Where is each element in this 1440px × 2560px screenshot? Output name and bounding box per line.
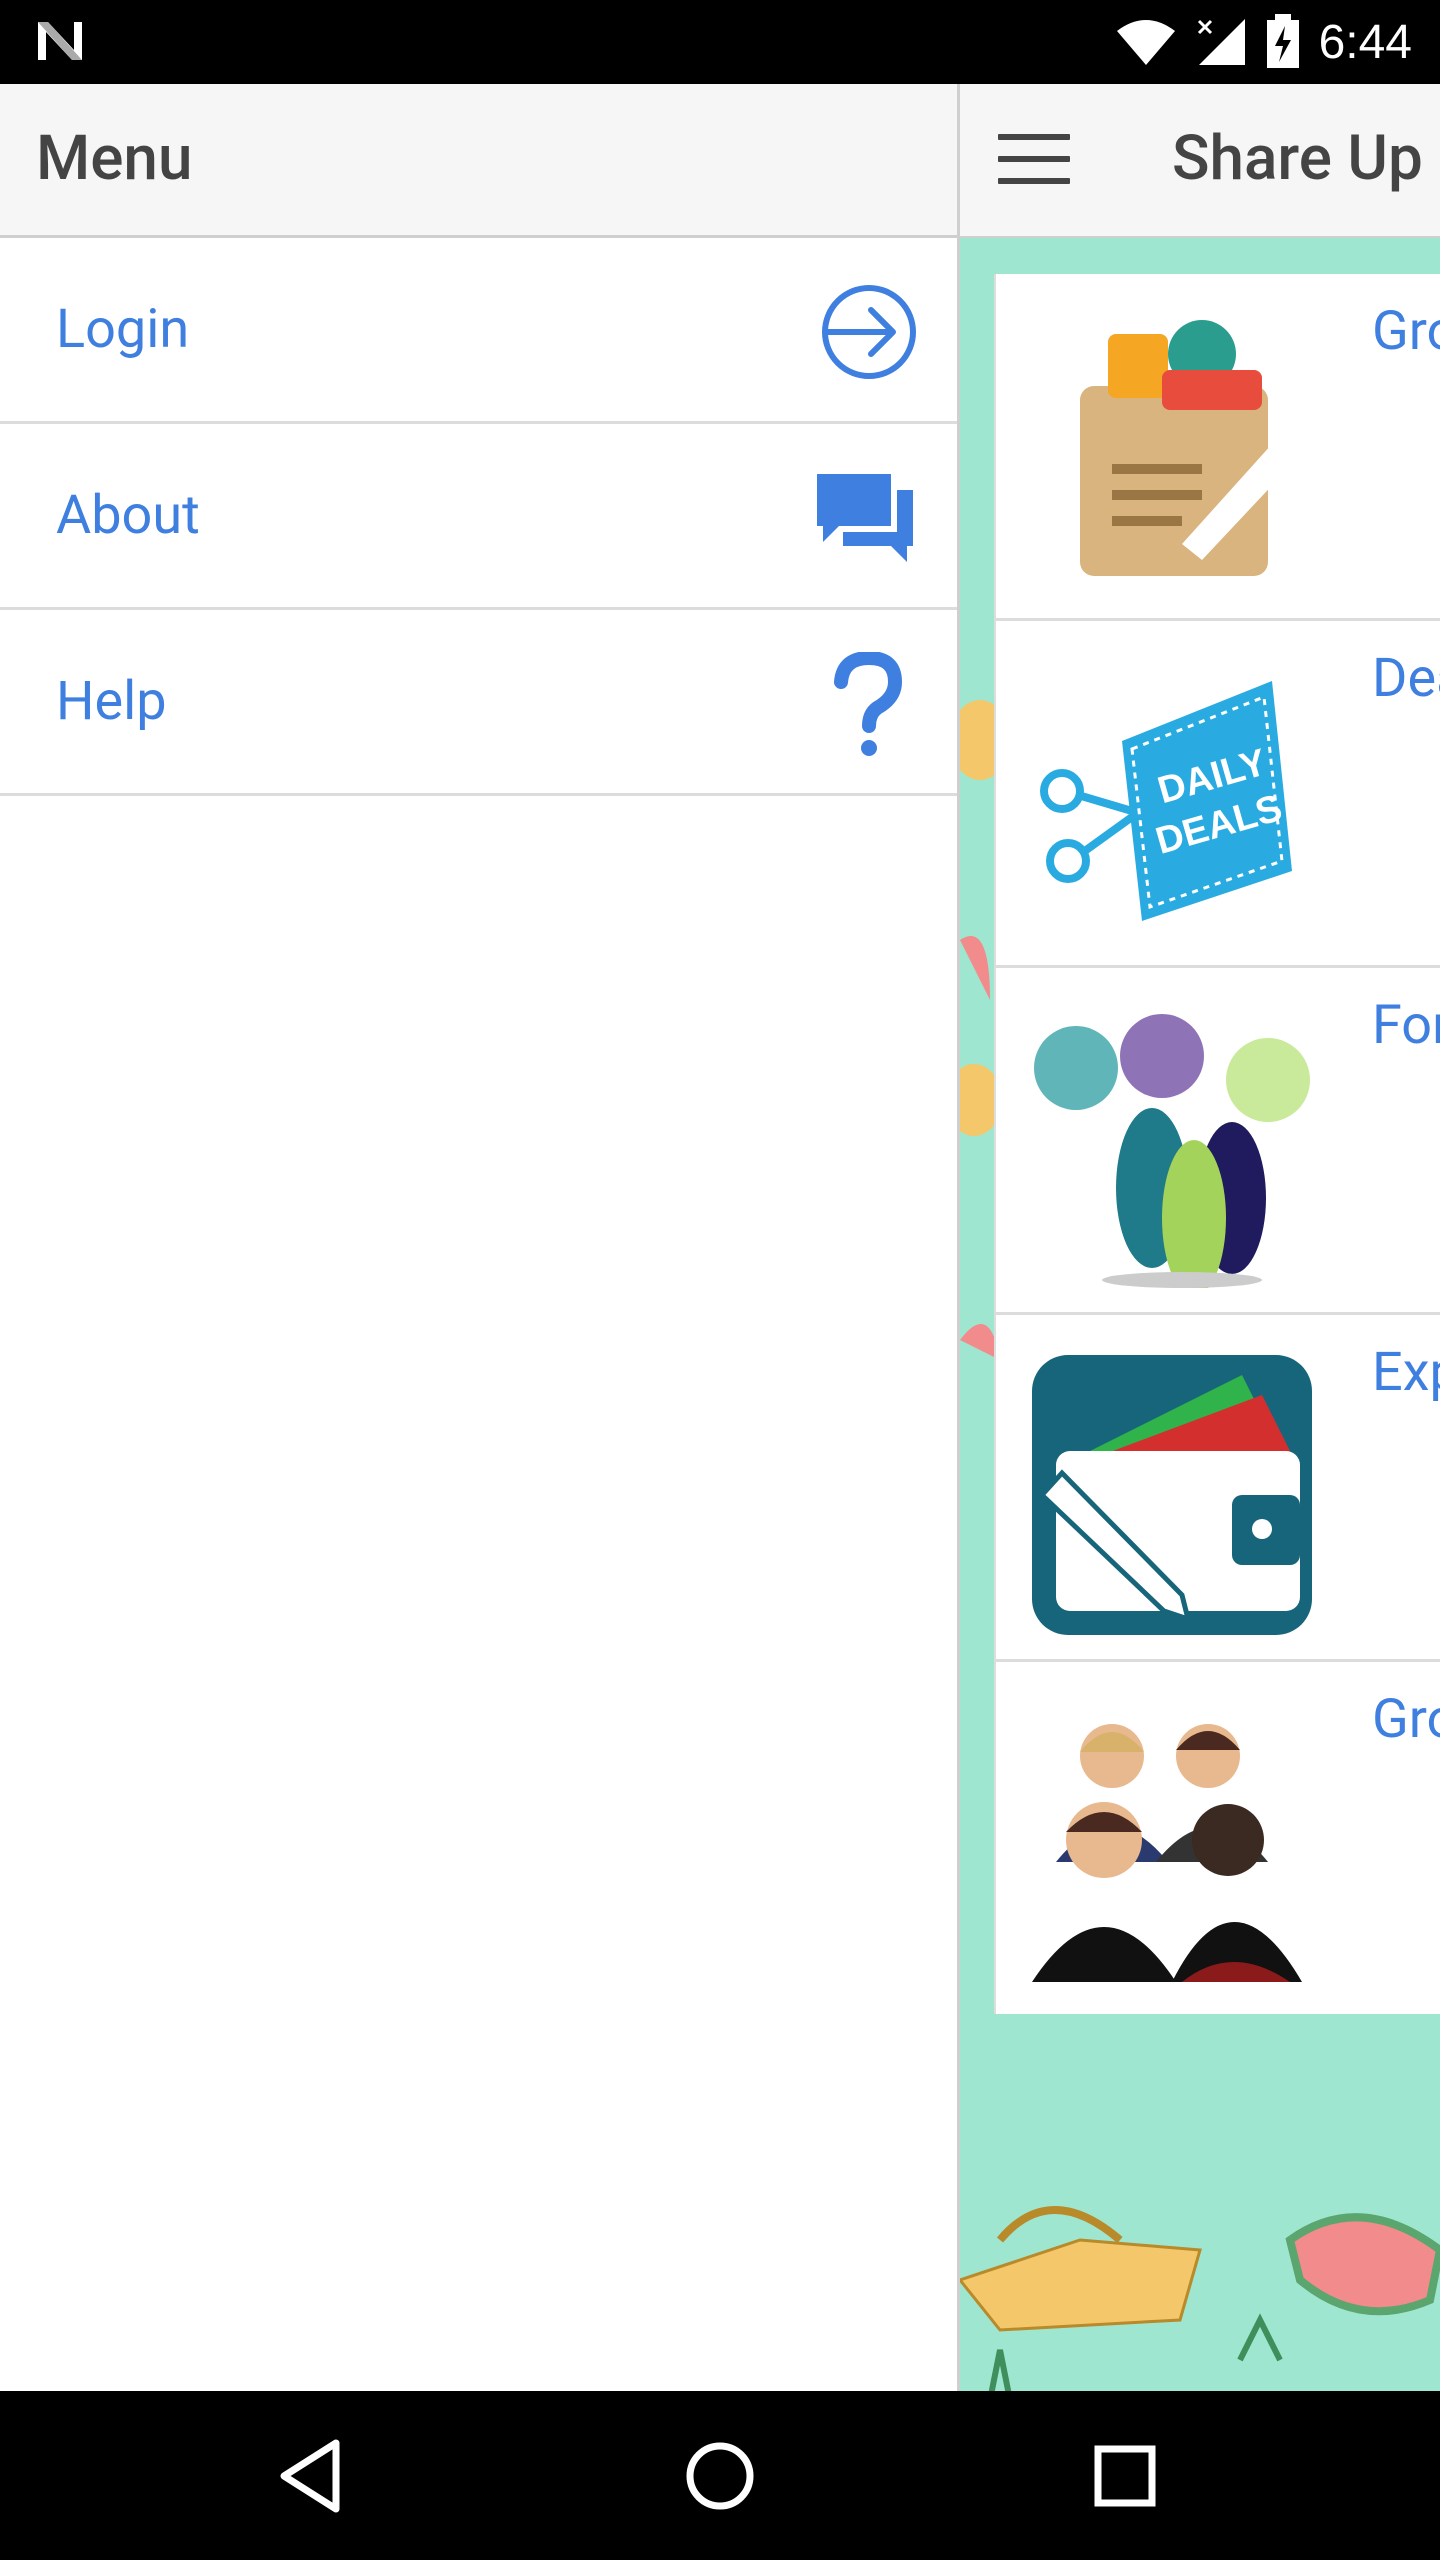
list-item[interactable]: Gro (996, 1662, 1440, 2009)
grocery-bag-icon (1080, 320, 1294, 576)
status-bar: 6:44 (0, 0, 1440, 84)
chat-bubbles-icon (817, 474, 913, 562)
app-title: Share Up (1172, 122, 1423, 195)
recents-icon[interactable] (1080, 2431, 1170, 2521)
app-toolbar: Share Up (960, 84, 1440, 238)
menu-item-label: About (56, 484, 200, 547)
feature-list: Gro DAILY DEALS Dea (994, 274, 1440, 2014)
wallet-expense-icon (1032, 1355, 1312, 1635)
navigation-drawer: Menu Login About Help (0, 84, 960, 2391)
daily-deals-icon: DAILY DEALS (1040, 681, 1292, 921)
drawer-title: Menu (36, 122, 193, 195)
menu-item-help[interactable]: Help (0, 610, 957, 796)
back-icon[interactable] (270, 2431, 360, 2521)
group-people-icon (1032, 1724, 1302, 1982)
drawer-header: Menu (0, 84, 957, 238)
hamburger-menu-icon[interactable] (998, 134, 1070, 190)
clock-time: 6:44 (1318, 15, 1412, 69)
list-item[interactable]: Gro (996, 274, 1440, 621)
card-label: For (1372, 994, 1440, 1057)
menu-item-label: Login (56, 298, 190, 361)
list-item[interactable]: For (996, 968, 1440, 1315)
list-item[interactable]: DAILY DEALS Dea (996, 621, 1440, 968)
home-icon[interactable] (675, 2431, 765, 2521)
forum-people-icon (1034, 1014, 1310, 1288)
n-logo-icon (38, 22, 82, 60)
card-label: Gro (1372, 300, 1440, 363)
signal-icon (1197, 19, 1245, 65)
card-label: Gro (1372, 1688, 1440, 1751)
menu-item-about[interactable]: About (0, 424, 957, 610)
menu-item-login[interactable]: Login (0, 238, 957, 424)
card-label: Dea (1372, 647, 1440, 710)
wifi-icon (1116, 20, 1175, 65)
battery-charging-icon (1266, 14, 1299, 68)
card-label: Exp (1372, 1341, 1440, 1404)
system-nav-bar (0, 2391, 1440, 2560)
login-arrow-icon (822, 285, 916, 379)
list-item[interactable]: Exp (996, 1315, 1440, 1662)
question-mark-icon (834, 652, 903, 756)
menu-item-label: Help (56, 670, 167, 733)
